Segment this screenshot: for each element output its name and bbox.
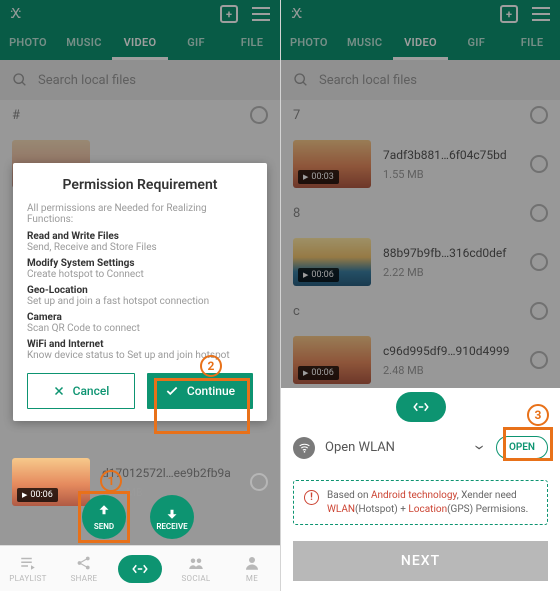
right-screenshot: :X: + PHOTO MUSIC VIDEO GIF FILE Search … (280, 0, 560, 591)
nav-center[interactable] (112, 546, 168, 591)
shuffle-pill[interactable] (396, 392, 446, 422)
file-row[interactable]: 00:06 d17012572l…ee9b2fb9a 1.96 MB (0, 448, 280, 516)
perm-desc: Send, Receive and Store Files (27, 242, 253, 253)
chevron-down-icon[interactable]: › (469, 445, 490, 450)
perm-title: Read and Write Files (27, 231, 253, 242)
perm-desc: Create hotspot to Connect (27, 269, 253, 280)
perm-title: Modify System Settings (27, 258, 253, 269)
nav-me[interactable]: ME (224, 546, 280, 591)
receive-button[interactable]: RECEIVE (150, 495, 194, 539)
annotation-3: 3 (527, 404, 549, 426)
perm-desc: Scan QR Code to connect (27, 323, 253, 334)
bottom-nav: PLAYLIST SHARE SOCIAL ME (0, 545, 280, 591)
perm-title: WiFi and Internet (27, 339, 253, 350)
permission-list: Read and Write FilesSend, Receive and St… (27, 231, 253, 361)
wifi-icon (293, 437, 315, 459)
connect-sheet: Open WLAN › OPEN ! Based on Android tech… (281, 388, 560, 591)
nav-social[interactable]: SOCIAL (168, 546, 224, 591)
duration-chip: 00:06 (17, 488, 58, 502)
perm-title: Geo-Location (27, 285, 253, 296)
dialog-intro: All permissions are Needed for Realizing… (27, 203, 253, 225)
warning-text: Based on Android technology, Xender need… (327, 489, 528, 516)
x-icon (53, 385, 65, 397)
cancel-button[interactable]: Cancel (27, 373, 135, 409)
file-select-radio[interactable] (250, 473, 268, 491)
perm-title: Camera (27, 312, 253, 323)
dialog-title: Permission Requirement (27, 177, 253, 193)
annotation-box-1 (78, 491, 130, 543)
annotation-box-2 (154, 378, 250, 434)
warning-box: ! Based on Android technology, Xender ne… (293, 480, 548, 525)
left-screenshot: :X: + PHOTO MUSIC VIDEO GIF FILE Search … (0, 0, 280, 591)
modal-scrim (281, 0, 560, 388)
nav-playlist[interactable]: PLAYLIST (0, 546, 56, 591)
cancel-label: Cancel (73, 384, 110, 398)
perm-desc: Set up and join a fast hotspot connectio… (27, 296, 253, 307)
nav-share[interactable]: SHARE (56, 546, 112, 591)
next-button[interactable]: NEXT (293, 541, 548, 581)
receive-label: RECEIVE (156, 522, 187, 531)
annotation-box-3 (503, 427, 553, 461)
file-name: d17012572l…ee9b2fb9a (102, 466, 238, 480)
annotation-2: 2 (200, 355, 222, 377)
alert-icon: ! (304, 490, 319, 505)
wlan-label: Open WLAN (325, 440, 467, 455)
annotation-1: 1 (100, 470, 122, 492)
